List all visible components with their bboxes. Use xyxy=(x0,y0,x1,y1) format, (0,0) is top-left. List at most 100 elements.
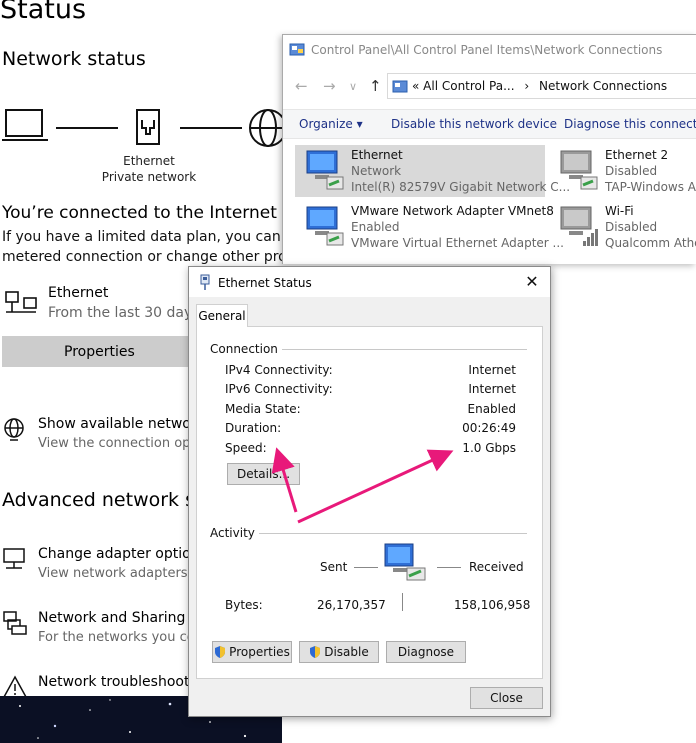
general-tab-panel: Connection IPv4 Connectivity: Internet I… xyxy=(196,326,543,679)
diagnose-connection-command[interactable]: Diagnose this connection xyxy=(564,117,696,131)
received-line xyxy=(437,567,461,568)
adapter-ethernet[interactable]: Ethernet Network Intel(R) 82579V Gigabit… xyxy=(295,145,570,197)
show-networks-icon xyxy=(4,418,24,441)
adapter-name: Ethernet xyxy=(351,148,403,162)
network-sharing-center-sub: For the networks you conn xyxy=(38,630,212,645)
network-adapter-icon xyxy=(306,150,344,190)
ethernet-icon xyxy=(5,291,37,313)
activity-group-label: Activity xyxy=(210,526,259,540)
ethernet-status-dialog: Ethernet Status ✕ General Connection IPv… xyxy=(188,266,551,717)
bytes-label: Bytes: xyxy=(225,598,263,612)
adapter-status: Disabled xyxy=(605,164,658,178)
bytes-divider xyxy=(402,593,403,611)
properties-button[interactable]: Properties xyxy=(2,336,202,367)
network-connections-window: Control Panel\All Control Panel Items\Ne… xyxy=(282,34,696,264)
media-state-label: Media State: xyxy=(225,402,301,416)
sharing-center-icon xyxy=(3,611,27,635)
speed-label: Speed: xyxy=(225,441,267,455)
back-arrow-icon[interactable]: ← xyxy=(295,77,308,95)
adapter-status: Network xyxy=(351,164,402,178)
page-title: Status xyxy=(0,0,87,25)
close-button[interactable]: Close xyxy=(470,687,543,709)
command-bar: Organize ▾ Disable this network device D… xyxy=(283,109,696,139)
ethernet-plug-icon xyxy=(200,274,210,290)
adapter-wifi[interactable]: Wi-Fi Disabled Qualcomm Ather xyxy=(549,201,696,253)
connection-status-heading: You’re connected to the Internet xyxy=(2,203,277,223)
bytes-received-value: 158,106,958 xyxy=(454,598,531,612)
adapter-name: Wi-Fi xyxy=(605,204,634,218)
breadcrumb-current[interactable]: Network Connections xyxy=(539,79,667,93)
network-status-heading: Network status xyxy=(2,48,146,70)
disable-device-command[interactable]: Disable this network device xyxy=(391,117,557,131)
received-label: Received xyxy=(469,560,524,574)
speed-value: 1.0 Gbps xyxy=(462,441,516,455)
tab-general[interactable]: General xyxy=(196,304,248,327)
ethernet-label: Ethernet xyxy=(48,285,109,301)
diagram-adapter-label: Ethernet xyxy=(123,154,175,168)
show-available-networks-link[interactable]: Show available network xyxy=(38,416,205,432)
recent-dropdown-icon[interactable]: ∨ xyxy=(349,80,357,93)
connection-group-label: Connection xyxy=(210,342,282,356)
adapter-vmware-vmnet8[interactable]: VMware Network Adapter VMnet8 Enabled VM… xyxy=(295,201,564,253)
organize-menu[interactable]: Organize ▾ xyxy=(299,117,363,131)
ipv6-label: IPv6 Connectivity: xyxy=(225,382,333,396)
details-button[interactable]: Details... xyxy=(227,463,300,485)
breadcrumb-root[interactable]: « All Control Pa... xyxy=(412,79,515,93)
adapter-ethernet-2[interactable]: Ethernet 2 Disabled TAP-Windows Ad xyxy=(549,145,696,197)
duration-value: 00:26:49 xyxy=(462,421,516,435)
laptop-icon xyxy=(2,109,48,141)
ethernet-usage-text: From the last 30 days xyxy=(48,305,200,321)
duration-label: Duration: xyxy=(225,421,282,435)
forward-arrow-icon[interactable]: → xyxy=(323,77,336,95)
adapter-description: Intel(R) 82579V Gigabit Network C... xyxy=(351,180,571,194)
bytes-sent-value: 26,170,357 xyxy=(317,598,386,612)
uac-shield-icon xyxy=(215,646,226,658)
network-adapter-icon xyxy=(306,206,344,246)
network-adapter-disabled-icon xyxy=(560,150,598,190)
network-diagram: Ethernet Private network xyxy=(0,106,290,196)
up-arrow-icon[interactable]: ↑ xyxy=(369,77,382,95)
dialog-titlebar: Ethernet Status ✕ xyxy=(189,267,550,297)
adapter-name: Ethernet 2 xyxy=(605,148,669,162)
show-available-networks-sub: View the connection optio xyxy=(38,436,208,451)
limited-plan-text-2: metered connection or change other prop xyxy=(2,249,296,265)
media-state-value: Enabled xyxy=(467,402,517,416)
ipv6-value: Internet xyxy=(468,382,516,396)
adapter-status: Disabled xyxy=(605,220,658,234)
disable-button-label: Disable xyxy=(324,645,369,659)
network-troubleshooter-link[interactable]: Network troubleshoote xyxy=(38,674,198,690)
uac-shield-icon xyxy=(310,646,321,658)
change-adapter-icon xyxy=(3,548,25,569)
diagram-profile-label: Private network xyxy=(101,170,197,184)
adapter-name: VMware Network Adapter VMnet8 xyxy=(351,204,554,218)
control-panel-icon xyxy=(289,43,305,56)
properties-button-label: Properties xyxy=(229,645,290,659)
dialog-title: Ethernet Status xyxy=(218,276,312,290)
adapter-description: TAP-Windows Ad xyxy=(605,180,696,194)
limited-plan-text: If you have a limited data plan, you can… xyxy=(2,229,308,245)
globe-icon xyxy=(249,109,287,147)
network-folder-icon xyxy=(392,80,408,93)
wifi-adapter-disabled-icon xyxy=(560,206,598,246)
adapter-status: Enabled xyxy=(351,220,400,234)
breadcrumb: « All Control Pa... › Network Connection… xyxy=(412,79,667,93)
properties-button[interactable]: Properties xyxy=(212,641,292,663)
close-icon[interactable]: ✕ xyxy=(522,272,542,292)
advanced-settings-heading: Advanced network se xyxy=(2,489,207,511)
cp-window-title: Control Panel\All Control Panel Items\Ne… xyxy=(311,43,663,57)
disable-button[interactable]: Disable xyxy=(299,641,379,663)
network-sharing-center-link[interactable]: Network and Sharing C xyxy=(38,610,200,626)
adapter-description: Qualcomm Ather xyxy=(605,236,696,250)
sent-label: Sent xyxy=(320,560,348,574)
cp-titlebar: Control Panel\All Control Panel Items\Ne… xyxy=(283,35,696,67)
ipv4-value: Internet xyxy=(468,363,516,377)
ethernet-port-icon xyxy=(136,109,160,145)
network-activity-icon xyxy=(384,543,426,581)
change-adapter-options-link[interactable]: Change adapter option xyxy=(38,546,200,562)
diagnose-button[interactable]: Diagnose xyxy=(386,641,466,663)
breadcrumb-separator: › xyxy=(524,79,530,93)
adapter-description: VMware Virtual Ethernet Adapter ... xyxy=(351,236,564,250)
address-bar[interactable]: « All Control Pa... › Network Connection… xyxy=(387,73,696,99)
sent-line xyxy=(354,567,378,568)
ipv4-label: IPv4 Connectivity: xyxy=(225,363,333,377)
